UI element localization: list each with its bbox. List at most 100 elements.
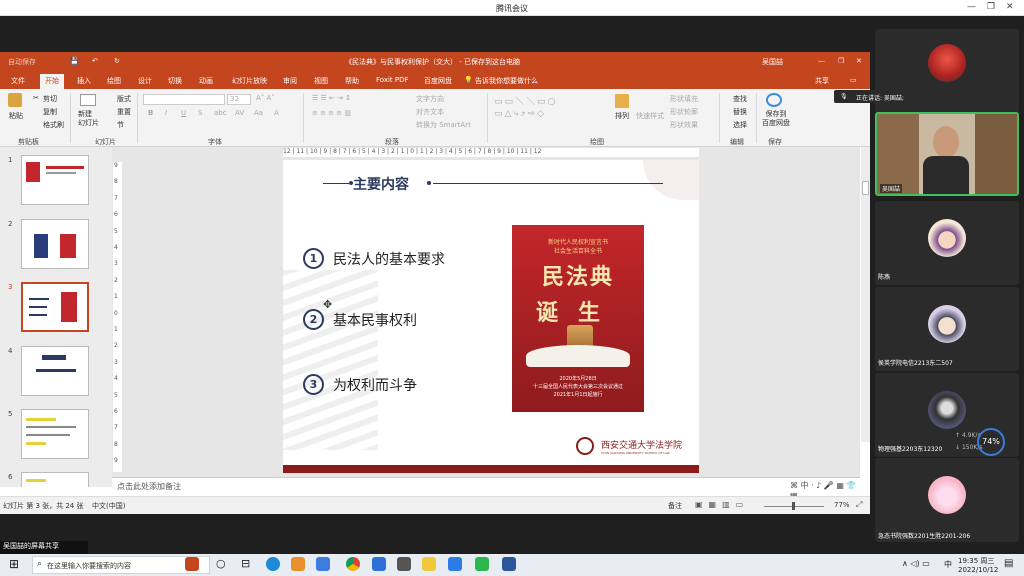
- task-view-icon[interactable]: ○: [216, 557, 226, 570]
- tab-view[interactable]: 视图: [314, 76, 328, 86]
- grow-font-icon[interactable]: A˄ A˅: [256, 94, 275, 102]
- slide-thumbnail-6[interactable]: [21, 472, 89, 487]
- restore-icon[interactable]: ❐: [987, 2, 995, 12]
- autosave-label[interactable]: 自动保存: [8, 57, 36, 67]
- tab-draw[interactable]: 绘图: [107, 76, 121, 86]
- tell-me-search[interactable]: 告诉我你想要做什么: [475, 76, 538, 86]
- tab-animations[interactable]: 动画: [199, 76, 213, 86]
- copy-button[interactable]: 复制: [43, 107, 57, 117]
- cut-button[interactable]: 剪切: [43, 94, 57, 104]
- italic-button[interactable]: I: [165, 109, 167, 117]
- zoom-level[interactable]: 77%: [834, 501, 850, 509]
- participant-tile[interactable]: 侯英学院电信2213东二507: [875, 287, 1019, 371]
- tab-design[interactable]: 设计: [138, 76, 152, 86]
- paste-icon[interactable]: [8, 93, 22, 107]
- notes-placeholder[interactable]: 点击此处添加备注: [117, 481, 181, 492]
- notes-pane[interactable]: 点击此处添加备注 ⌘ 中 · ♪ 🎤 ▦ 👕 ▦: [112, 477, 860, 500]
- powerpoint-icon[interactable]: [185, 557, 199, 571]
- user-name[interactable]: 吴国喆: [762, 57, 783, 67]
- tab-review[interactable]: 审阅: [283, 76, 297, 86]
- new-slide-icon[interactable]: [80, 94, 96, 106]
- ppt-close-icon[interactable]: ✕: [856, 57, 862, 65]
- change-case-button[interactable]: Aa: [254, 109, 263, 117]
- reset-button[interactable]: 重置: [117, 107, 131, 117]
- tab-baidu[interactable]: 百度网盘: [424, 76, 452, 86]
- redo-icon[interactable]: ↻: [114, 57, 120, 65]
- font-size-select[interactable]: 32: [227, 94, 251, 105]
- align-text-button[interactable]: 对齐文本: [416, 107, 444, 117]
- scrollbar-thumb[interactable]: [862, 181, 869, 195]
- fit-slide-icon[interactable]: ⤢: [856, 500, 862, 510]
- replace-button[interactable]: 替换: [733, 107, 747, 117]
- explorer-icon[interactable]: [291, 557, 305, 571]
- shapes-gallery-row2[interactable]: ▭△⤷⤴⇨◇: [494, 109, 546, 119]
- participant-tile[interactable]: 物理强基2203东12320 ↑ 4.9K/s ↓ 150K/s 74%: [875, 373, 1019, 457]
- notification-icon[interactable]: ▤: [1004, 558, 1013, 569]
- find-button[interactable]: 查找: [733, 94, 747, 104]
- save-baidu-button[interactable]: 保存到 百度网盘: [762, 110, 790, 128]
- arrange-icon[interactable]: [615, 94, 629, 108]
- participant-tile-active[interactable]: 吴国喆: [875, 112, 1019, 196]
- shape-fill-button[interactable]: 形状填充: [670, 94, 698, 104]
- folder-icon[interactable]: [422, 557, 436, 571]
- font-family-select[interactable]: [143, 94, 225, 105]
- tab-slideshow[interactable]: 幻灯片放映: [232, 76, 267, 86]
- select-button[interactable]: 选择: [733, 120, 747, 130]
- format-painter-button[interactable]: 格式刷: [43, 120, 64, 130]
- chrome-icon[interactable]: [346, 557, 360, 571]
- char-spacing-button[interactable]: AV: [235, 109, 244, 117]
- windows-start-icon[interactable]: ⊞: [9, 557, 19, 571]
- app-icon[interactable]: [316, 557, 330, 571]
- paste-button[interactable]: 粘贴: [9, 111, 23, 121]
- participant-tile[interactable]: 陈燕: [875, 201, 1019, 285]
- zoom-slider-thumb[interactable]: [792, 502, 795, 510]
- undo-icon[interactable]: ↶: [92, 57, 98, 65]
- view-buttons[interactable]: ▣▦▥▭: [695, 500, 749, 509]
- quick-styles-button[interactable]: 快速样式: [636, 111, 664, 121]
- minimize-icon[interactable]: —: [967, 2, 976, 12]
- tencent-meeting-icon[interactable]: [448, 557, 462, 571]
- comment-icon[interactable]: ▭: [850, 76, 857, 84]
- cut-icon[interactable]: ✂: [33, 94, 39, 102]
- slide-thumbnail-2[interactable]: [21, 219, 89, 269]
- tab-insert[interactable]: 插入: [77, 76, 91, 86]
- tab-help[interactable]: 帮助: [345, 76, 359, 86]
- underline-button[interactable]: U: [181, 109, 186, 117]
- taskbar-search-box[interactable]: ⌕ 在这里输入你要搜索的内容: [32, 556, 210, 574]
- vertical-scrollbar[interactable]: [861, 147, 870, 442]
- ime-indicator[interactable]: 中: [944, 559, 952, 570]
- new-slide-button[interactable]: 新建 幻灯片: [78, 110, 99, 128]
- current-slide[interactable]: 主要内容 1 民法人的基本要求 2 基本民事权利 3 为权利而斗争 ✥ 新时代人…: [283, 160, 699, 473]
- calculator-icon[interactable]: [397, 557, 411, 571]
- bullets-icon[interactable]: ☰ ☰ ⇤ ⇥ ↕: [312, 94, 351, 102]
- shapes-gallery[interactable]: ▭▭＼＼▭○: [494, 94, 557, 107]
- slide-thumbnail-5[interactable]: [21, 409, 89, 459]
- tray-icons[interactable]: ∧ ◁) ▭: [902, 559, 930, 568]
- arrange-button[interactable]: 排列: [615, 111, 629, 121]
- share-button[interactable]: 共享: [815, 76, 829, 86]
- shape-outline-button[interactable]: 形状轮廓: [670, 107, 698, 117]
- convert-smartart-button[interactable]: 转换为 SmartArt: [416, 120, 471, 130]
- tab-home[interactable]: 开始: [40, 74, 64, 89]
- section-button[interactable]: 节: [117, 120, 124, 130]
- word-icon[interactable]: [502, 557, 516, 571]
- align-icons[interactable]: ≡ ≡ ≡ ≡ ▥: [312, 109, 351, 117]
- tab-transitions[interactable]: 切换: [168, 76, 182, 86]
- ppt-restore-icon[interactable]: ❐: [838, 57, 844, 65]
- baidu-cloud-icon[interactable]: [766, 93, 782, 107]
- edge-icon[interactable]: [266, 557, 280, 571]
- shadow-button[interactable]: S: [198, 109, 202, 117]
- close-icon[interactable]: ✕: [1006, 2, 1014, 12]
- widgets-icon[interactable]: ⊟: [241, 557, 250, 570]
- font-color-button[interactable]: A: [274, 109, 279, 117]
- ppt-minimize-icon[interactable]: —: [818, 57, 825, 65]
- clock-date[interactable]: 2022/10/12: [958, 566, 998, 574]
- participant-tile[interactable]: 急态书院强数2201生胜2201-206: [875, 458, 1019, 542]
- slide-thumbnail-3[interactable]: [21, 282, 89, 332]
- bold-button[interactable]: B: [148, 109, 153, 117]
- tab-foxit[interactable]: Foxit PDF: [376, 76, 409, 84]
- shape-effects-button[interactable]: 形状效果: [670, 120, 698, 130]
- tab-file[interactable]: 文件: [11, 76, 25, 86]
- notes-toggle[interactable]: 备注: [668, 501, 682, 511]
- text-direction-button[interactable]: 文字方向: [416, 94, 444, 104]
